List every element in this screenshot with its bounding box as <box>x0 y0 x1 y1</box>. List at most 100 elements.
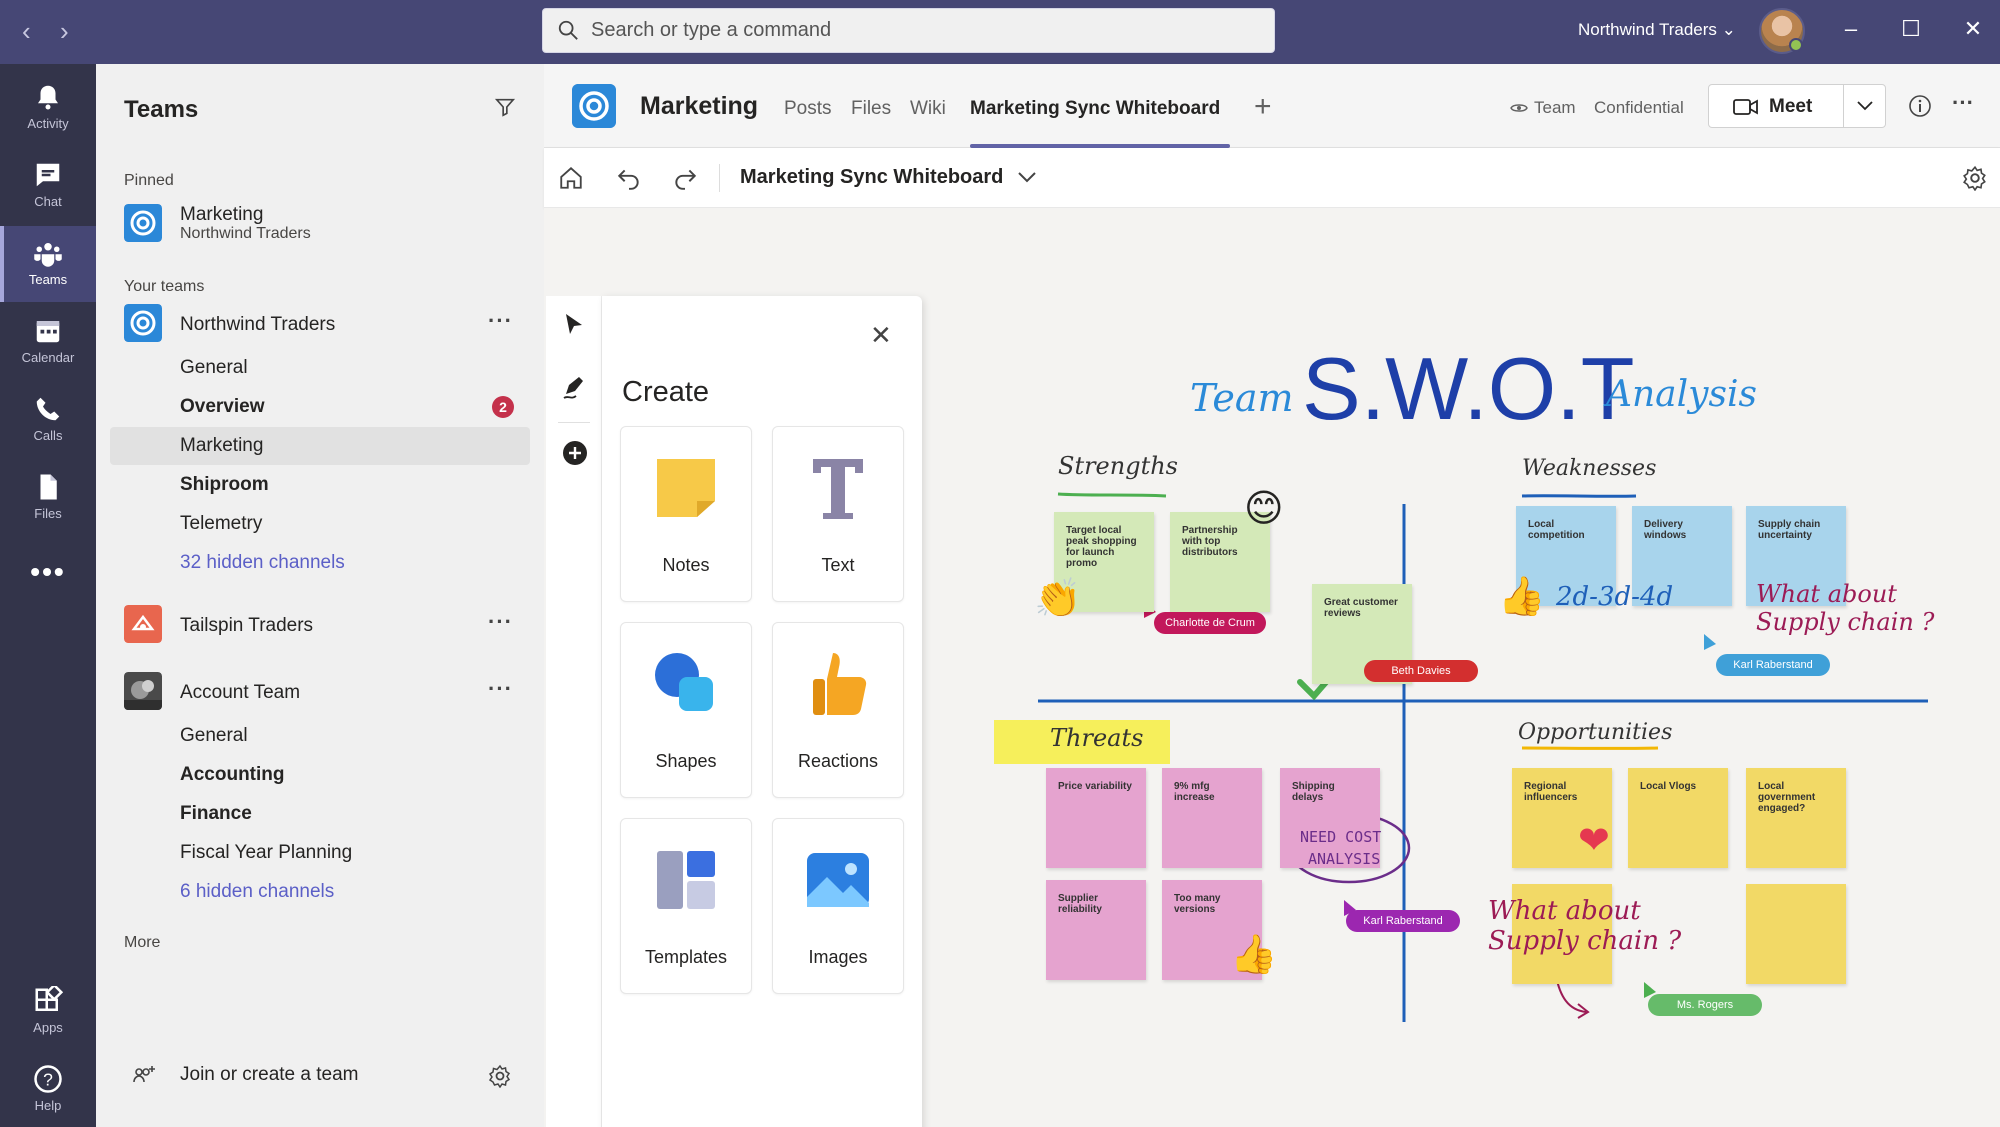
filter-icon[interactable] <box>494 96 516 118</box>
whiteboard-canvas[interactable]: Create ✕ Notes Text Shapes Reactions Tem… <box>544 208 2000 1127</box>
meet-label: Meet <box>1769 96 1813 117</box>
select-arrow-icon[interactable] <box>562 312 586 338</box>
team-name-northwind[interactable]: Northwind Traders <box>180 314 335 336</box>
meet-divider <box>1843 85 1844 127</box>
team-name-tailspin[interactable]: Tailspin Traders <box>180 615 313 637</box>
channel-telemetry[interactable]: Telemetry <box>180 513 262 535</box>
join-team-icon <box>133 1066 155 1083</box>
heart-icon: ❤ <box>1578 820 1610 862</box>
info-icon[interactable] <box>1908 94 1932 118</box>
rail-item-calls[interactable]: Calls <box>0 382 96 458</box>
gear-icon[interactable] <box>488 1064 512 1088</box>
analysis-scribble: ANALYSIS <box>1308 850 1381 868</box>
tab-posts[interactable]: Posts <box>784 98 832 120</box>
back-arrow-icon[interactable]: ‹ <box>22 16 31 46</box>
channel-overview[interactable]: Overview <box>180 396 265 418</box>
more-options-icon[interactable]: ··· <box>1952 90 1974 116</box>
panel-title: Teams <box>124 96 199 123</box>
create-shapes-tile[interactable]: Shapes <box>620 622 752 798</box>
tab-whiteboard[interactable]: Marketing Sync Whiteboard <box>970 98 1220 120</box>
channel-accounting[interactable]: Accounting <box>180 764 285 786</box>
rail-item-files[interactable]: Files <box>0 460 96 536</box>
cursor-tag: Karl Raberstand <box>1346 910 1460 932</box>
team-logo-icon[interactable] <box>124 672 162 710</box>
add-circle-icon[interactable] <box>562 440 588 466</box>
calendar-icon <box>36 321 60 343</box>
more-options-icon[interactable]: ··· <box>488 308 513 334</box>
hidden-channels-link[interactable]: 32 hidden channels <box>180 552 345 574</box>
gear-icon[interactable] <box>1962 165 1988 191</box>
chevron-down-icon[interactable] <box>1857 99 1873 113</box>
channel-finance[interactable]: Finance <box>180 803 252 825</box>
redo-icon[interactable] <box>672 165 698 191</box>
channel-fiscal-year-planning[interactable]: Fiscal Year Planning <box>180 842 352 864</box>
undo-icon[interactable] <box>616 165 642 191</box>
meet-button[interactable]: Meet <box>1708 84 1886 128</box>
more-options-icon[interactable]: ··· <box>488 676 513 702</box>
team-logo-icon[interactable] <box>124 304 162 342</box>
rail-item-chat[interactable]: Chat <box>0 148 96 224</box>
your-teams-label: Your teams <box>124 278 205 295</box>
create-text-tile[interactable]: Text <box>772 426 904 602</box>
join-create-team-link[interactable]: Join or create a team <box>180 1064 358 1086</box>
whiteboard-title[interactable]: Marketing Sync Whiteboard <box>740 166 1003 189</box>
sticky-note[interactable]: Local government engaged? <box>1746 768 1846 868</box>
video-camera-icon <box>1733 99 1758 115</box>
sticky-note[interactable] <box>1746 884 1846 984</box>
search-icon <box>558 20 578 40</box>
pinned-channel-name[interactable]: Marketing <box>180 204 263 226</box>
rail-item-calendar[interactable]: Calendar <box>0 304 96 380</box>
thumbs-up-emoji-icon: 👍 <box>1498 576 1546 618</box>
create-images-tile[interactable]: Images <box>772 818 904 994</box>
team-logo-icon[interactable] <box>124 605 162 643</box>
channel-shiproom[interactable]: Shiproom <box>180 474 269 496</box>
create-notes-tile[interactable]: Notes <box>620 426 752 602</box>
tab-wiki[interactable]: Wiki <box>910 98 946 120</box>
home-icon[interactable] <box>558 165 584 191</box>
rail-more-apps[interactable]: ••• <box>0 538 96 614</box>
tab-files[interactable]: Files <box>851 98 891 120</box>
channel-general[interactable]: General <box>180 357 248 379</box>
clap-emoji-icon: 👏 <box>1034 578 1082 620</box>
team-logo-icon[interactable] <box>124 204 162 242</box>
rail-item-teams[interactable]: Teams <box>0 226 96 302</box>
rail-label: Calendar <box>21 350 75 365</box>
more-horizontal-icon: ••• <box>30 556 66 587</box>
cursor-tag: Ms. Rogers <box>1648 994 1762 1016</box>
teams-panel: Teams Pinned Marketing Northwind Traders… <box>96 64 544 1127</box>
hidden-channels-link[interactable]: 6 hidden channels <box>180 881 334 903</box>
sticky-note[interactable]: Price variability <box>1046 768 1146 868</box>
channel-marketing[interactable]: Marketing <box>180 435 263 457</box>
channel-general[interactable]: General <box>180 725 248 747</box>
rail-item-apps[interactable]: Apps <box>0 974 96 1050</box>
bell-icon <box>38 85 58 110</box>
tool-strip <box>546 296 602 1127</box>
close-window-icon[interactable]: ✕ <box>1958 14 1988 44</box>
rail-item-activity[interactable]: Activity <box>0 70 96 146</box>
chevron-down-icon[interactable] <box>1018 172 1036 184</box>
create-templates-tile[interactable]: Templates <box>620 818 752 994</box>
channel-header: Marketing Posts Files Wiki Marketing Syn… <box>544 64 2000 148</box>
close-icon[interactable]: ✕ <box>870 320 892 351</box>
maximize-icon[interactable]: ☐ <box>1896 14 1926 44</box>
cursor-tag: Beth Davies <box>1364 660 1478 682</box>
search-input[interactable] <box>591 9 1251 52</box>
sticky-note[interactable]: Local Vlogs <box>1628 768 1728 868</box>
file-icon <box>40 474 57 500</box>
sticky-note[interactable]: 9% mfg increase <box>1162 768 1262 868</box>
forward-arrow-icon[interactable]: › <box>60 16 69 46</box>
sticky-note[interactable]: Supplier reliability <box>1046 880 1146 980</box>
rail-item-help[interactable]: ? Help <box>0 1052 96 1127</box>
title-bar: ‹ › Northwind Traders ⌄ – ☐ ✕ <box>0 0 2000 64</box>
add-tab-icon[interactable]: + <box>1254 90 1272 124</box>
create-reactions-tile[interactable]: Reactions <box>772 622 904 798</box>
team-name-account[interactable]: Account Team <box>180 682 300 704</box>
help-icon: ? <box>34 1065 62 1093</box>
search-box[interactable] <box>542 8 1275 53</box>
text-icon <box>813 459 863 519</box>
pen-icon[interactable] <box>562 374 588 400</box>
more-options-icon[interactable]: ··· <box>488 609 513 635</box>
more-label[interactable]: More <box>124 934 160 952</box>
org-switcher[interactable]: Northwind Traders ⌄ <box>1578 20 1736 40</box>
minimize-icon[interactable]: – <box>1836 14 1866 44</box>
